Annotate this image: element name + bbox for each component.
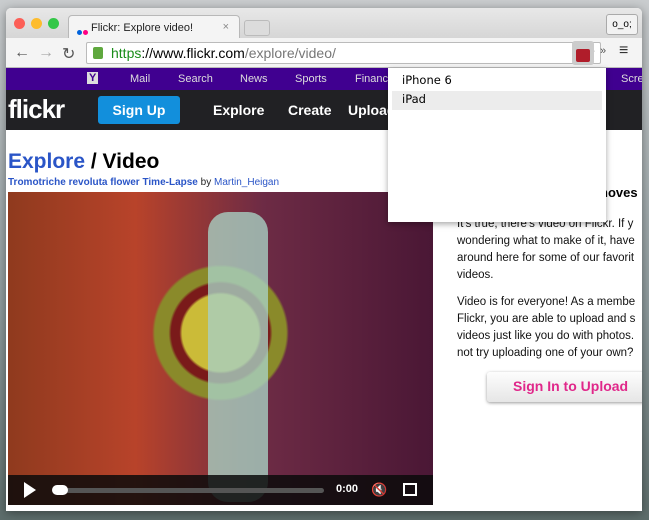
video-controls: 0:00 🔇 — [8, 475, 433, 505]
maximize-window-button[interactable] — [48, 18, 59, 29]
video-title-link[interactable]: Tromotriche revoluta flower Time-Lapse — [8, 177, 198, 188]
seek-handle[interactable] — [52, 485, 68, 495]
new-tab-button[interactable] — [244, 20, 270, 36]
play-icon[interactable] — [24, 482, 36, 498]
fullscreen-icon[interactable] — [403, 483, 417, 496]
yahoo-news-link[interactable]: News — [240, 73, 268, 85]
video-player[interactable]: 0:00 🔇 — [8, 192, 433, 505]
author-link[interactable]: Martin_Heigan — [214, 177, 279, 188]
toolbar: ← → ↻ https://www.flickr.com/explore/vid… — [6, 38, 642, 68]
paragraph-1: It's true, there's video on Flickr. If y… — [457, 218, 635, 281]
video-frame-image — [208, 212, 268, 502]
flickr-favicon-icon — [77, 26, 89, 38]
nav-explore[interactable]: Explore — [213, 102, 264, 118]
video-caption: Tromotriche revoluta flower Time-Lapse b… — [8, 177, 279, 188]
minimize-window-button[interactable] — [31, 18, 42, 29]
close-window-button[interactable] — [14, 18, 25, 29]
yahoo-logo[interactable]: Y — [87, 72, 99, 84]
paragraph-2: Video is for everyone! As a membe Flickr,… — [457, 296, 636, 359]
tab-title: Flickr: Explore video! — [91, 22, 194, 34]
dropdown-item-ipad[interactable]: iPad — [392, 91, 602, 110]
seek-bar[interactable] — [54, 488, 324, 493]
time-display: 0:00 — [336, 483, 359, 495]
yahoo-mail-link[interactable]: Mail — [130, 73, 150, 85]
close-tab-icon[interactable]: × — [223, 21, 229, 33]
url-host: ://www.flickr.com — [141, 45, 245, 61]
more-extensions-icon[interactable]: » — [600, 45, 606, 57]
extension-icon — [576, 49, 590, 62]
yahoo-screen-link[interactable]: Scre — [621, 73, 642, 85]
sign-in-to-upload-button[interactable]: Sign In to Upload — [487, 372, 642, 402]
extension-button[interactable] — [572, 41, 594, 65]
tab-flickr[interactable]: Flickr: Explore video! × — [68, 15, 240, 39]
yahoo-finance-link[interactable]: Financ — [355, 73, 388, 85]
title-rest: / Video — [85, 150, 160, 173]
back-icon[interactable]: ← — [14, 44, 30, 62]
nav-create[interactable]: Create — [288, 102, 332, 118]
page-title: Explore / Video — [8, 150, 159, 174]
mute-icon[interactable]: 🔇 — [371, 482, 387, 498]
device-dropdown: iPhone 6 iPad — [388, 68, 606, 222]
yahoo-search-link[interactable]: Search — [178, 73, 213, 85]
lock-icon — [93, 47, 103, 59]
flickr-logo[interactable]: flickr — [8, 94, 65, 125]
address-bar[interactable]: https://www.flickr.com/explore/video/ ☆ — [86, 42, 601, 64]
menu-icon[interactable]: ≡ — [619, 42, 628, 60]
dropdown-item-iphone-6[interactable]: iPhone 6 — [392, 72, 602, 91]
forward-icon[interactable]: → — [38, 44, 54, 62]
explore-link[interactable]: Explore — [8, 150, 85, 173]
yahoo-sports-link[interactable]: Sports — [295, 73, 327, 85]
tab-bar: Flickr: Explore video! × o_o; — [6, 8, 642, 39]
url-scheme: https — [111, 45, 142, 61]
by-label: by — [197, 177, 214, 188]
url-path: /explore/video/ — [244, 45, 336, 61]
profile-button[interactable]: o_o; — [606, 14, 638, 35]
reload-icon[interactable]: ↻ — [62, 44, 75, 64]
sign-up-button[interactable]: Sign Up — [98, 96, 180, 124]
side-text: It's true, there's video on Flickr. If y… — [457, 216, 642, 372]
